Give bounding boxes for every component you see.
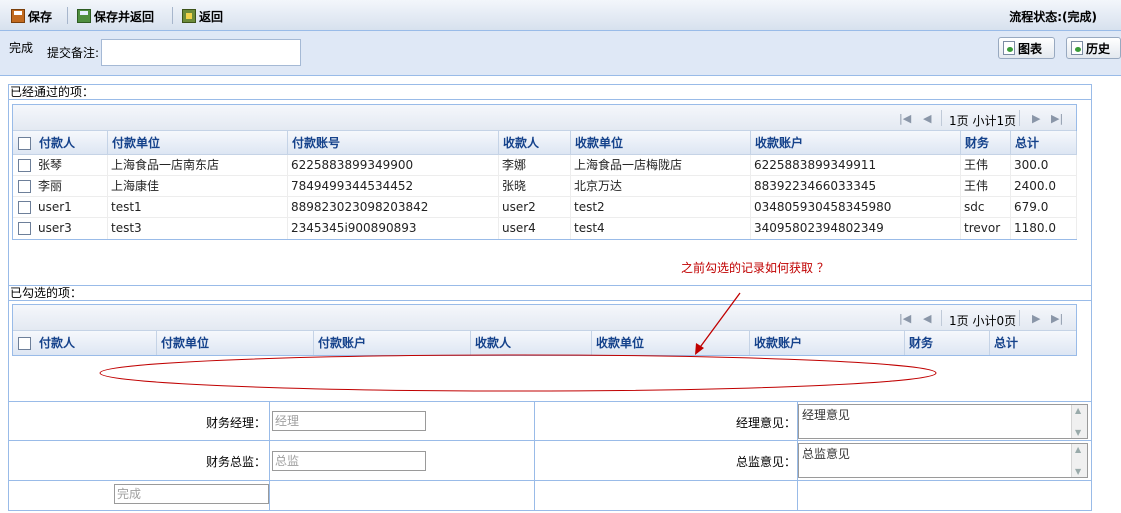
form-cell: [270, 481, 535, 510]
form-cell: [270, 402, 535, 441]
form-row: 财务经理： 经理 经理意见： 经理意见: [8, 401, 1092, 441]
manager-opinion-label: 经理意见：: [736, 416, 797, 430]
form-cell: [798, 402, 1092, 441]
annotation-arrow-line: [697, 292, 741, 351]
form-cell: [798, 441, 1092, 480]
manager-label: 财务经理：: [206, 416, 267, 430]
form-row: 财务总监： 总监 总监意见： 总监意见: [8, 441, 1092, 481]
director-label: 财务总监：: [206, 455, 267, 469]
form-cell: [535, 481, 798, 510]
done-input[interactable]: 完成: [114, 484, 269, 504]
form-cell: [270, 441, 535, 480]
form-cell: [798, 481, 1092, 510]
annotation-ellipse: [99, 354, 937, 392]
form-row: 完成: [8, 481, 1092, 511]
annotation-arrow-head: [695, 343, 704, 355]
director-opinion-label: 总监意见：: [736, 455, 797, 469]
